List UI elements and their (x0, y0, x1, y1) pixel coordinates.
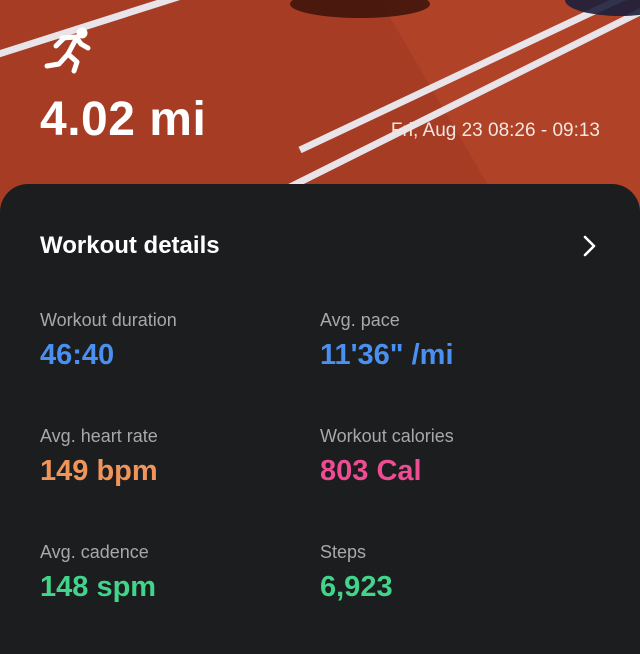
metric-label: Steps (320, 542, 367, 562)
metric-value: 11'36" /mi (320, 339, 454, 371)
running-person-icon (44, 27, 91, 74)
metric-value: 149 bpm (40, 455, 158, 487)
metric-steps: Steps 6,923 (320, 542, 393, 604)
metric-avg-heart-rate: Avg. heart rate 149 bpm (40, 426, 158, 488)
metric-label: Workout calories (320, 426, 454, 446)
metric-avg-cadence: Avg. cadence 148 spm (40, 542, 156, 604)
metric-workout-calories: Workout calories 803 Cal (320, 426, 454, 488)
metric-value: 803 Cal (320, 455, 422, 487)
workout-details-title: Workout details (40, 232, 220, 259)
workout-details-card: Workout details Workout duration 46:40 A… (0, 184, 640, 654)
metric-value: 6,923 (320, 571, 393, 603)
metric-avg-pace: Avg. pace 11'36" /mi (320, 310, 454, 372)
workout-time-range: Fri, Aug 23 08:26 - 09:13 (390, 120, 600, 141)
metric-label: Avg. pace (320, 310, 400, 330)
metric-value: 46:40 (40, 339, 115, 371)
metric-label: Avg. heart rate (40, 426, 158, 446)
workout-details-header[interactable]: Workout details (40, 228, 600, 264)
metric-workout-duration: Workout duration 46:40 (40, 310, 177, 372)
workout-distance: 4.02 mi (40, 93, 207, 146)
metric-label: Avg. cadence (40, 542, 149, 562)
metric-value: 148 spm (40, 571, 157, 603)
chevron-right-icon[interactable] (582, 234, 598, 258)
metric-label: Workout duration (40, 310, 177, 330)
